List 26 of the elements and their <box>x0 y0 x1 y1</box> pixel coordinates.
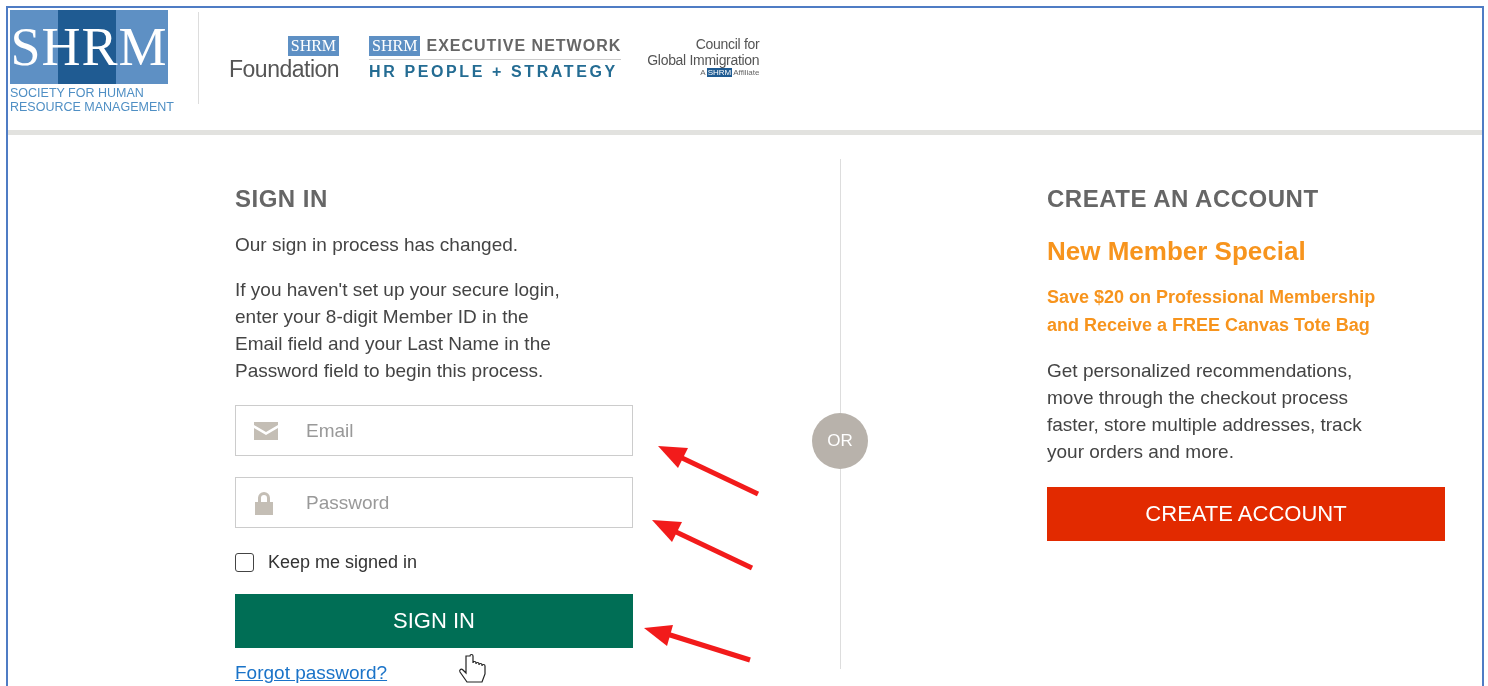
password-field[interactable]: Password <box>235 477 633 528</box>
foundation-logo-text[interactable]: Foundation <box>229 56 340 83</box>
forgot-password-link[interactable]: Forgot password? <box>235 662 388 684</box>
shrm-badge: SHRM <box>287 36 340 56</box>
network-tagline: HR PEOPLE + STRATEGY <box>369 63 619 81</box>
notice-text: Our sign in process has changed. <box>235 233 519 257</box>
shrm-logo[interactable]: SHRM <box>10 10 168 84</box>
shrm-badge: SHRM <box>369 36 421 56</box>
network-name[interactable]: EXECUTIVE NETWORK <box>426 37 622 55</box>
or-badge: OR <box>812 413 868 469</box>
keep-signed-in-label[interactable]: Keep me signed in <box>268 552 418 573</box>
create-account-button[interactable]: CREATE ACCOUNT <box>1047 487 1445 541</box>
benefits-text: Get personalized recommendations, move through the checkout process faster, store multiple addresses, track your orders and more. <box>1047 359 1362 464</box>
email-field[interactable]: Email <box>235 405 633 456</box>
keep-signed-in-checkbox[interactable] <box>235 553 254 572</box>
shrm-badge: SHRM <box>706 68 733 77</box>
instructions-text: If you haven't set up your secure login, enter your 8-digit Member ID in the Email field and your Last Name in the Password field to begin this process. <box>235 278 560 383</box>
council-logo-text[interactable]: Council for Global Immigration <box>647 36 760 68</box>
offer-text: Save $20 on Professional Membership and Receive a FREE Canvas Tote Bag <box>1047 286 1376 337</box>
hand-cursor-icon <box>459 653 486 683</box>
sign-in-heading: SIGN IN <box>235 185 328 213</box>
sign-in-button[interactable]: SIGN IN <box>235 594 633 648</box>
offer-heading: New Member Special <box>1047 236 1306 267</box>
affiliate-text: A <box>700 68 706 77</box>
create-account-heading: CREATE AN ACCOUNT <box>1047 185 1319 213</box>
affiliate-text: Affiliate <box>733 68 760 77</box>
